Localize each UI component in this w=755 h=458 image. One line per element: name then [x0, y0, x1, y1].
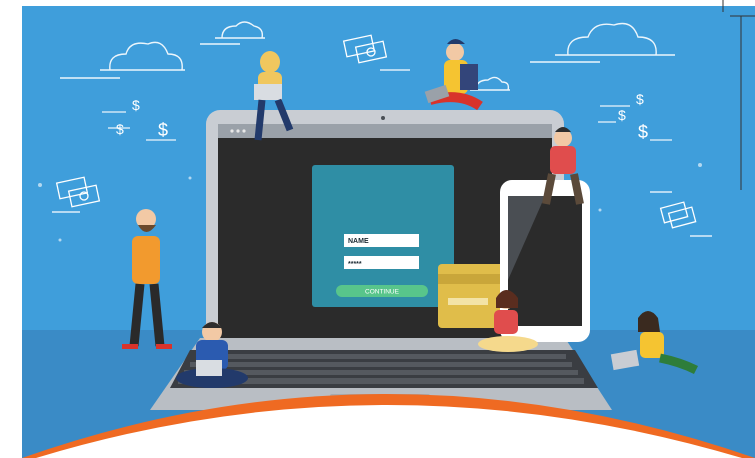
svg-text:$: $ [638, 122, 648, 142]
svg-text:$: $ [618, 107, 626, 123]
illustration-canvas: $ $ $ $ $ $ NAME ***** CONTINUE [0, 0, 755, 458]
continue-button-label: CONTINUE [365, 289, 400, 296]
name-field-label: NAME [348, 238, 369, 245]
login-form: NAME ***** CONTINUE [312, 165, 454, 307]
svg-text:$: $ [132, 97, 140, 113]
svg-text:$: $ [636, 91, 644, 107]
password-field-mask: ***** [348, 261, 362, 268]
svg-text:$: $ [116, 121, 124, 137]
svg-text:$: $ [158, 120, 168, 140]
camera-dot-icon [381, 116, 385, 120]
